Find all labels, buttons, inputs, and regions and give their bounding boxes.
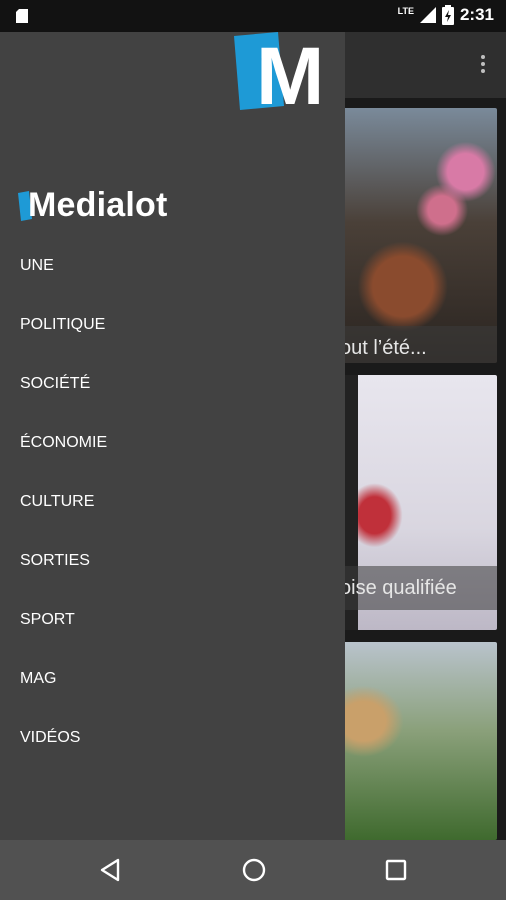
brand-header: Medialot: [18, 186, 168, 225]
menu-item-politique[interactable]: POLITIQUE: [0, 295, 345, 354]
status-bar: LTE 2:31: [0, 0, 506, 32]
recents-icon[interactable]: [381, 855, 411, 885]
article-card[interactable]: oise qualifiée: [340, 375, 497, 630]
article-image: [340, 108, 497, 363]
more-options-icon[interactable]: [478, 52, 488, 78]
signal-icon: [419, 7, 436, 23]
clock: 2:31: [459, 5, 494, 24]
menu-item-videos[interactable]: VIDÉOS: [0, 708, 345, 767]
sd-card-icon: [16, 9, 28, 23]
article-caption: oise qualifiée: [340, 566, 497, 610]
battery-icon: [441, 5, 454, 25]
drawer-menu: UNE POLITIQUE SOCIÉTÉ ÉCONOMIE CULTURE S…: [0, 236, 345, 767]
menu-item-sorties[interactable]: SORTIES: [0, 531, 345, 590]
navigation-drawer: M Medialot UNE POLITIQUE SOCIÉTÉ ÉCONOMI…: [0, 32, 345, 840]
brand-name: Medialot: [28, 186, 168, 224]
menu-item-culture[interactable]: CULTURE: [0, 472, 345, 531]
menu-item-societe[interactable]: SOCIÉTÉ: [0, 354, 345, 413]
network-type: LTE: [397, 6, 414, 16]
menu-item-une[interactable]: UNE: [0, 236, 345, 295]
article-card[interactable]: [340, 642, 497, 840]
back-icon[interactable]: [96, 855, 126, 885]
home-icon[interactable]: [239, 855, 269, 885]
article-card[interactable]: out l’été...: [340, 108, 497, 363]
logo-letter: M: [256, 32, 320, 110]
article-caption: out l’été...: [340, 326, 497, 363]
menu-item-sport[interactable]: SPORT: [0, 590, 345, 649]
article-image: [340, 642, 497, 840]
medialot-logo: M: [234, 32, 320, 110]
menu-item-mag[interactable]: MAG: [0, 649, 345, 708]
system-nav-bar: [0, 840, 506, 900]
menu-item-economie[interactable]: ÉCONOMIE: [0, 413, 345, 472]
